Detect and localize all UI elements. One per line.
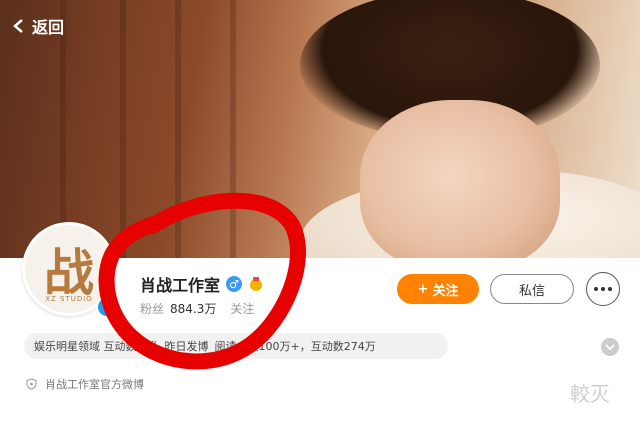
profile-banner (0, 0, 640, 258)
chevron-down-icon[interactable] (601, 338, 619, 356)
following-label: 关注 (230, 302, 255, 316)
message-button[interactable]: 私信 (490, 274, 574, 304)
description-text: 肖战工作室官方微博 (45, 378, 144, 391)
more-dots-icon[interactable] (586, 272, 620, 306)
medal-icon (250, 277, 263, 291)
following-stat[interactable]: 关注 (230, 300, 254, 317)
profile-description: 肖战工作室官方微博 (26, 376, 144, 392)
fans-label: 粉丝 (140, 302, 165, 316)
fans-stat[interactable]: 粉丝 884.3万 (140, 300, 216, 317)
plus-icon: + (417, 281, 429, 297)
follow-button-label: 关注 (432, 283, 459, 299)
back-button[interactable]: 返回 (12, 14, 64, 38)
back-chevron-icon (13, 19, 23, 33)
tag-text-1: 娱乐明星领域 互动数飙升 (34, 340, 159, 353)
profile-name-row: 肖战工作室 ♂ (140, 272, 264, 296)
watermark: 較灭 (570, 382, 610, 406)
shield-icon (26, 378, 37, 390)
follow-button[interactable]: + 关注 (397, 274, 479, 304)
profile-stats: 粉丝 884.3万 关注 (140, 300, 254, 317)
verified-badge-icon (96, 296, 118, 318)
tag-text-2: 昨日发博 (164, 340, 209, 353)
message-button-label: 私信 (518, 283, 545, 299)
profile-name: 肖战工作室 (140, 276, 221, 295)
influence-tag-row[interactable]: 娱乐明星领域 互动数飙升 昨日发博 阅读人数100万+，互动数274万 (24, 333, 448, 359)
back-label: 返回 (32, 18, 65, 37)
tag-text-3: 阅读人数100万+，互动数274万 (214, 340, 376, 353)
male-gender-icon: ♂ (226, 276, 243, 292)
fans-count: 884.3万 (170, 302, 217, 316)
